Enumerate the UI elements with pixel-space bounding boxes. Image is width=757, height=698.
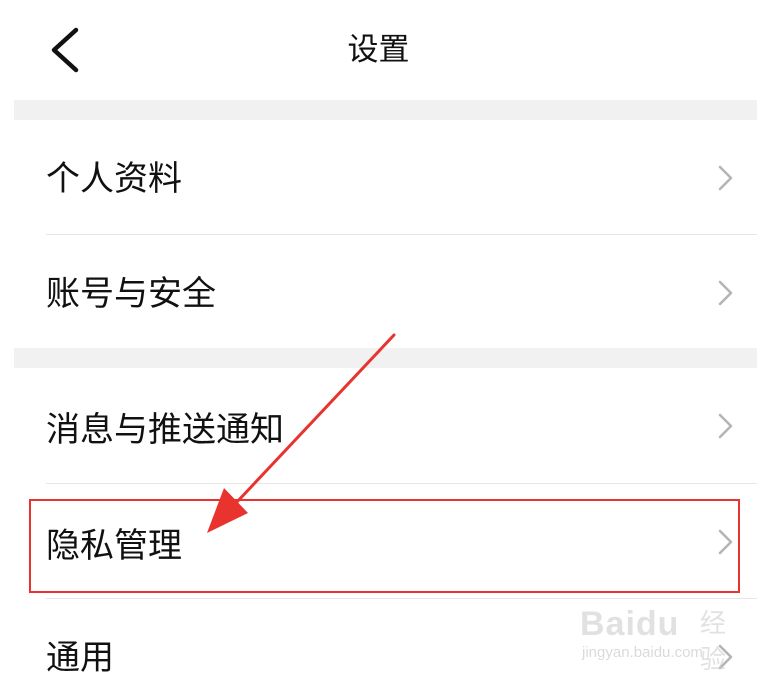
settings-item-general[interactable]: 通用 xyxy=(14,599,757,698)
chevron-right-icon xyxy=(715,412,735,440)
section-separator xyxy=(14,100,757,120)
settings-item-privacy[interactable]: 隐私管理 xyxy=(14,484,757,598)
settings-item-notifications[interactable]: 消息与推送通知 xyxy=(14,368,757,483)
chevron-right-icon xyxy=(715,643,735,671)
settings-item-label: 消息与推送通知 xyxy=(46,410,284,450)
chevron-right-icon xyxy=(715,528,735,556)
chevron-right-icon xyxy=(715,164,735,192)
page-title: 设置 xyxy=(347,32,410,68)
settings-item-label: 个人资料 xyxy=(46,159,182,199)
nav-header: 设置 xyxy=(0,0,757,100)
settings-item-label: 隐私管理 xyxy=(46,526,182,566)
settings-item-account-security[interactable]: 账号与安全 xyxy=(14,235,757,348)
section-separator xyxy=(14,348,757,368)
settings-item-profile[interactable]: 个人资料 xyxy=(14,120,757,234)
settings-item-label: 账号与安全 xyxy=(46,274,216,314)
chevron-right-icon xyxy=(715,279,735,307)
settings-item-label: 通用 xyxy=(46,638,114,678)
settings-screen: 设置 个人资料 账号与安全 消息与推送通知 隐私管理 通用 Baidu 经验 j… xyxy=(0,0,757,698)
